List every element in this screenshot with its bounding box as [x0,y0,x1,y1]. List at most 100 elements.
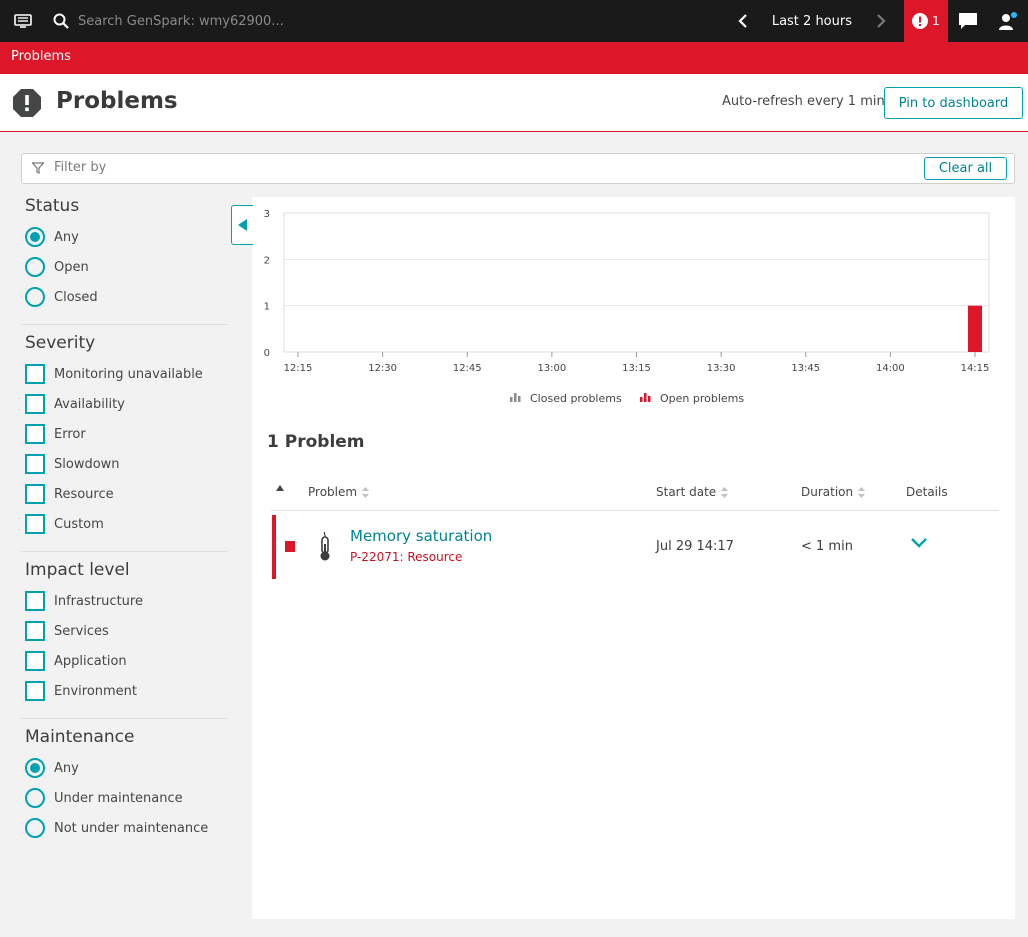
page-header: Problems Auto-refresh every 1 min Pin to… [0,74,1028,132]
y-tick-label: 3 [264,209,270,220]
column-header-problem[interactable]: Problem [308,485,370,499]
search-icon[interactable] [46,0,76,42]
severity-option-error[interactable]: Error [25,419,229,449]
column-label: Start date [656,485,717,499]
legend-label: Open problems [660,392,744,405]
top-navigation-bar: Search GenSpark: wmy62900... Last 2 hour… [0,0,1028,42]
radio[interactable] [25,287,45,307]
problems-indicator-button[interactable]: 1 [904,0,948,42]
auto-refresh-label: Auto-refresh every 1 min [722,94,885,109]
plot-frame [283,212,990,353]
severity-option-resource[interactable]: Resource [25,479,229,509]
y-tick-label: 0 [264,348,270,359]
status-option-closed[interactable]: Closed [25,282,229,312]
open-status-marker [285,541,295,552]
checkbox[interactable] [25,454,45,474]
filter-funnel-icon [31,162,45,178]
clear-all-button[interactable]: Clear all [924,157,1007,180]
checkbox[interactable] [25,651,45,671]
checkbox[interactable] [25,681,45,701]
legend-icon [648,396,651,402]
impact-option-application[interactable]: Application [25,646,229,676]
filter-input[interactable] [54,160,654,175]
x-tick-label: 12:45 [453,363,482,374]
legend-label: Closed problems [530,392,622,405]
table-header-divider [271,510,999,511]
timeframe-selector[interactable]: Last 2 hours [760,14,864,29]
impact-group-title: Impact level [25,560,130,580]
sort-up-icon [276,485,284,491]
menu-icon[interactable] [0,0,46,42]
filter-bar: Clear all [21,153,1015,184]
checkbox[interactable] [25,394,45,414]
checkbox[interactable] [25,484,45,504]
search-input[interactable]: Search GenSpark: wmy62900... [78,14,726,29]
x-tick-label: 13:15 [622,363,651,374]
severity-stripe [272,515,276,579]
sort-icon [858,486,866,498]
sort-toggle[interactable] [276,485,284,491]
severity-option-availability[interactable]: Availability [25,389,229,419]
problem-duration: < 1 min [801,539,853,554]
radio-selected[interactable] [25,227,45,247]
severity-option-monitoring-unavailable[interactable]: Monitoring unavailable [25,359,229,389]
status-option-any[interactable]: Any [25,222,229,252]
legend-icon [644,393,647,402]
y-tick-label: 2 [264,255,270,266]
checkbox[interactable] [25,424,45,444]
breadcrumb[interactable]: Problems [0,42,1028,74]
collapse-sidebar-button[interactable] [231,205,253,245]
problems-chart: 0 1 2 3 12:15 12:30 12:45 13:00 13:15 13:30 13:45 1… [264,209,990,405]
sort-icon [362,486,370,498]
radio[interactable] [25,257,45,277]
maintenance-option-not-under[interactable]: Not under maintenance [25,813,229,843]
severity-option-custom[interactable]: Custom [25,509,229,539]
filter-sidebar: Status Any Open Closed Severity Monitori… [21,196,229,843]
impact-option-services[interactable]: Services [25,616,229,646]
x-tick-label: 12:30 [368,363,397,374]
page-title: Problems [56,88,178,114]
x-tick-label: 12:15 [284,363,313,374]
status-group-title: Status [25,196,80,216]
problem-title-link[interactable]: Memory saturation [350,527,492,545]
column-header-duration[interactable]: Duration [801,485,866,499]
legend-icon [510,397,513,402]
severity-option-slowdown[interactable]: Slowdown [25,449,229,479]
problem-start-date: Jul 29 14:17 [656,539,734,554]
user-icon[interactable] [988,0,1028,42]
legend-icon [514,393,517,402]
maintenance-option-under[interactable]: Under maintenance [25,783,229,813]
divider [21,324,228,325]
checkbox[interactable] [25,591,45,611]
x-tick-label: 13:45 [791,363,820,374]
severity-group-title: Severity [25,333,96,353]
thermometer-icon [316,531,334,566]
column-header-start-date[interactable]: Start date [656,485,729,499]
checkbox[interactable] [25,621,45,641]
impact-option-infrastructure[interactable]: Infrastructure [25,586,229,616]
chat-icon[interactable] [948,0,988,42]
next-timeframe-button[interactable] [864,0,898,42]
column-label: Duration [801,485,854,499]
x-tick-label: 13:30 [707,363,736,374]
checkbox[interactable] [25,514,45,534]
previous-timeframe-button[interactable] [726,0,760,42]
radio[interactable] [25,788,45,808]
radio-selected[interactable] [25,758,45,778]
maintenance-option-any[interactable]: Any [25,753,229,783]
impact-option-environment[interactable]: Environment [25,676,229,706]
radio[interactable] [25,818,45,838]
sort-icon [721,486,729,498]
expand-details-chevron-icon[interactable] [910,537,928,553]
column-label: Problem [308,485,358,499]
problem-id: P-22071: Resource [350,550,463,564]
alert-icon [912,13,929,29]
pin-to-dashboard-button[interactable]: Pin to dashboard [884,87,1023,119]
collapse-arrow-icon [237,219,247,231]
status-option-open[interactable]: Open [25,252,229,282]
divider [21,718,228,719]
x-tick-label: 14:15 [961,363,990,374]
y-tick-label: 1 [264,302,270,313]
checkbox[interactable] [25,364,45,384]
x-tick-label: 13:00 [537,363,566,374]
